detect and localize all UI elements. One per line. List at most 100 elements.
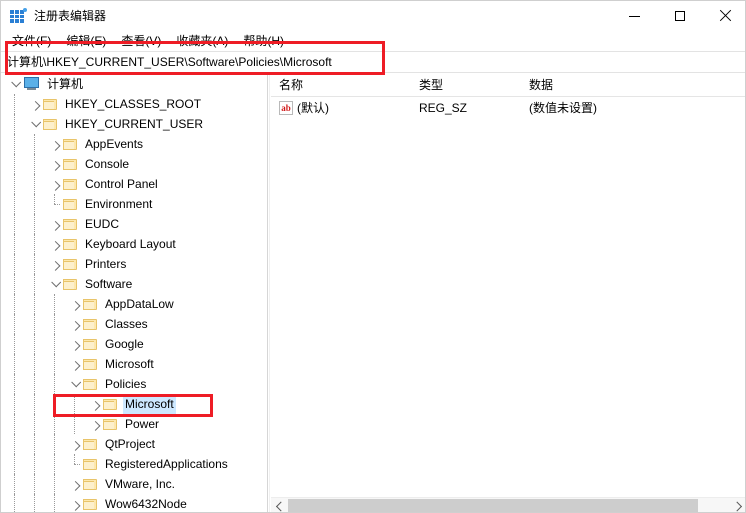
close-button[interactable]: [702, 1, 745, 31]
tree-node[interactable]: HKEY_CLASSES_ROOT: [1, 94, 241, 114]
tree-node[interactable]: Wow6432Node: [1, 494, 241, 512]
value-type: REG_SZ: [419, 101, 468, 115]
menu-view[interactable]: 查看(V): [114, 32, 169, 50]
tree-guide-line: [14, 474, 16, 494]
tree-guide-line: [34, 154, 36, 174]
tree-guide-line: [34, 254, 36, 274]
tree-node[interactable]: Environment: [1, 194, 241, 214]
menu-file[interactable]: 文件(F): [5, 32, 59, 50]
values-row[interactable]: ab (默认) REG_SZ (数值未设置): [271, 99, 745, 118]
tree-guide-line: [14, 354, 16, 374]
chevron-down-icon[interactable]: [27, 114, 43, 134]
scroll-left-button[interactable]: [271, 498, 288, 512]
chevron-right-icon[interactable]: [67, 334, 83, 354]
tree-node-label: HKEY_CURRENT_USER: [65, 117, 204, 131]
chevron-right-icon[interactable]: [47, 214, 63, 234]
column-header-type[interactable]: 类型: [411, 74, 521, 96]
values-scrollbar-thumb[interactable]: [288, 499, 698, 512]
string-value-icon: ab: [279, 101, 293, 115]
pane-splitter[interactable]: [267, 74, 268, 512]
chevron-down-icon[interactable]: [47, 274, 63, 294]
tree-node[interactable]: Console: [1, 154, 241, 174]
column-header-name[interactable]: 名称: [271, 74, 411, 96]
chevron-right-icon[interactable]: [67, 354, 83, 374]
column-header-data[interactable]: 数据: [521, 74, 745, 96]
tree-node[interactable]: AppEvents: [1, 134, 241, 154]
chevron-right-icon[interactable]: [47, 234, 63, 254]
chevron-right-icon[interactable]: [87, 414, 103, 434]
chevron-down-icon[interactable]: [7, 74, 23, 94]
tree-guide-line: [34, 334, 36, 354]
tree-node-label: AppEvents: [85, 137, 144, 151]
address-bar-path[interactable]: 计算机\HKEY_CURRENT_USER\Software\Policies\…: [1, 52, 332, 72]
menu-help[interactable]: 帮助(H): [236, 32, 292, 50]
chevron-right-icon[interactable]: [67, 314, 83, 334]
chevron-right-icon[interactable]: [47, 134, 63, 154]
tree-node[interactable]: EUDC: [1, 214, 241, 234]
scroll-right-button[interactable]: [730, 498, 745, 512]
tree-guide-line: [14, 374, 16, 394]
tree-node[interactable]: Control Panel: [1, 174, 241, 194]
chevron-down-icon[interactable]: [67, 374, 83, 394]
tree-guide-line: [34, 434, 36, 454]
chevron-right-icon: [732, 501, 743, 511]
minimize-icon: [629, 15, 640, 17]
tree-node-label: EUDC: [85, 217, 120, 231]
tree-node[interactable]: AppDataLow: [1, 294, 241, 314]
chevron-right-icon[interactable]: [27, 94, 43, 114]
tree-node[interactable]: Google: [1, 334, 241, 354]
tree-node-label: Environment: [85, 197, 153, 211]
folder-icon: [63, 198, 78, 211]
menu-favorites[interactable]: 收藏夹(A): [169, 32, 236, 50]
tree-node-label: Classes: [105, 317, 148, 331]
menu-edit[interactable]: 编辑(E): [59, 32, 114, 50]
chevron-right-icon[interactable]: [47, 254, 63, 274]
value-name: (默认): [297, 101, 329, 115]
chevron-right-icon[interactable]: [87, 394, 103, 414]
tree-node-label: HKEY_CLASSES_ROOT: [65, 97, 202, 111]
window-title: 注册表编辑器: [34, 9, 107, 23]
registry-tree-pane: 计算机 HKEY_CLASSES_ROOT HKEY_CURRENT_USER App…: [1, 74, 253, 512]
tree-node[interactable]: Microsoft: [1, 354, 241, 374]
tree-guide-line: [34, 414, 36, 434]
tree-node[interactable]: Classes: [1, 314, 241, 334]
chevron-right-icon[interactable]: [67, 434, 83, 454]
maximize-button[interactable]: [657, 1, 702, 31]
chevron-right-icon[interactable]: [47, 174, 63, 194]
chevron-right-icon[interactable]: [47, 154, 63, 174]
tree-guide-line: [34, 134, 36, 154]
tree-node[interactable]: Microsoft: [1, 394, 241, 414]
folder-icon: [103, 418, 118, 431]
tree-guide-line: [14, 174, 16, 194]
tree-node[interactable]: Keyboard Layout: [1, 234, 241, 254]
tree-node[interactable]: RegisteredApplications: [1, 454, 241, 474]
tree-node[interactable]: Power: [1, 414, 241, 434]
folder-icon: [83, 358, 98, 371]
tree-node[interactable]: Printers: [1, 254, 241, 274]
tree-guide-line: [34, 194, 36, 214]
tree-node[interactable]: Software: [1, 274, 241, 294]
tree-guide-line: [34, 214, 36, 234]
pane-splitter-shadow: [269, 74, 270, 512]
tree-node[interactable]: VMware, Inc.: [1, 474, 241, 494]
tree-node[interactable]: Policies: [1, 374, 241, 394]
folder-icon: [43, 118, 58, 131]
minimize-button[interactable]: [612, 1, 657, 31]
address-bar[interactable]: 计算机\HKEY_CURRENT_USER\Software\Policies\…: [1, 51, 745, 73]
values-horizontal-scrollbar[interactable]: [271, 497, 745, 512]
tree-node[interactable]: 计算机: [1, 74, 241, 94]
tree-guide-line: [14, 194, 16, 214]
chevron-right-icon[interactable]: [67, 494, 83, 512]
tree-guide-line: [34, 394, 36, 414]
tree-guide-line: [34, 174, 36, 194]
chevron-right-icon[interactable]: [67, 294, 83, 314]
chevron-right-icon[interactable]: [67, 474, 83, 494]
folder-icon: [63, 138, 78, 151]
tree-guide-line: [34, 274, 36, 294]
tree-guide-line: [74, 394, 76, 414]
folder-icon: [83, 298, 98, 311]
tree-node[interactable]: HKEY_CURRENT_USER: [1, 114, 241, 134]
tree-node[interactable]: QtProject: [1, 434, 241, 454]
tree-guide-line: [54, 474, 56, 494]
menu-bar: 文件(F) 编辑(E) 查看(V) 收藏夹(A) 帮助(H): [1, 32, 745, 50]
